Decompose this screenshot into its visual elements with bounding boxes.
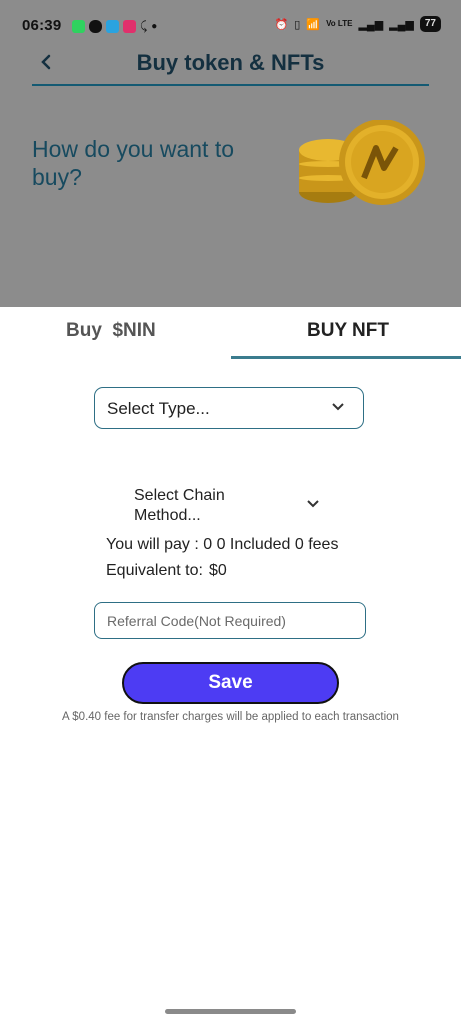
equivalent-label: Equivalent to: xyxy=(106,562,203,579)
telegram-icon xyxy=(106,20,119,33)
save-button[interactable]: Save xyxy=(122,662,339,704)
battery-icon: 77 xyxy=(419,16,441,32)
wifi-icon: 📶 xyxy=(306,18,321,31)
coin-stack-icon xyxy=(299,120,425,205)
status-time: 06:39 xyxy=(22,17,62,34)
system-icons: ⏰ ▯ 📶 Vo LTE ▂▄▆ ▂▄▆ 77 xyxy=(275,16,441,32)
missed-call-icon: ⤹ xyxy=(140,19,148,33)
equivalent-value: $0 xyxy=(208,562,227,579)
whatsapp-icon xyxy=(72,20,85,33)
notification-icons: ⤹ ● xyxy=(72,19,157,34)
chat-icon xyxy=(89,20,102,33)
signal-icon: ▂▄▆ xyxy=(358,18,384,31)
select-type-dropdown[interactable]: Select Type... xyxy=(94,387,364,429)
referral-code-input[interactable] xyxy=(94,602,366,639)
buy-question: How do you want to buy? xyxy=(32,136,235,190)
fee-note: A $0.40 fee for transfer charges will be… xyxy=(62,711,399,723)
select-type-label: Select Type... xyxy=(107,399,210,418)
vibrate-icon: ▯ xyxy=(294,18,301,31)
signal-icon-2: ▂▄▆ xyxy=(389,18,414,31)
equivalent-summary: Equivalent to: $0 xyxy=(106,562,227,580)
pay-summary: You will pay : 0 0 Included 0 fees xyxy=(106,536,339,553)
tab-buy-nin[interactable]: Buy $NIN xyxy=(66,320,156,342)
status-bar: 06:39 ⤹ ● ⏰ ▯ 📶 Vo LTE ▂▄▆ ▂▄▆ 77 xyxy=(0,0,461,52)
volte-label: Vo LTE xyxy=(326,19,353,28)
alarm-icon: ⏰ xyxy=(274,18,289,31)
select-chain-dropdown[interactable]: Select Chain Method... xyxy=(134,486,274,526)
tab-buy-nft[interactable]: BUY NFT xyxy=(307,320,389,342)
chevron-down-icon xyxy=(332,403,344,411)
header-divider xyxy=(32,84,429,86)
page-title: Buy token & NFTs xyxy=(136,50,325,75)
active-tab-indicator xyxy=(231,356,461,359)
instagram-icon xyxy=(123,20,136,33)
more-dot-icon: ● xyxy=(151,21,158,32)
home-indicator[interactable] xyxy=(165,1009,296,1014)
chevron-down-icon[interactable] xyxy=(306,499,320,509)
